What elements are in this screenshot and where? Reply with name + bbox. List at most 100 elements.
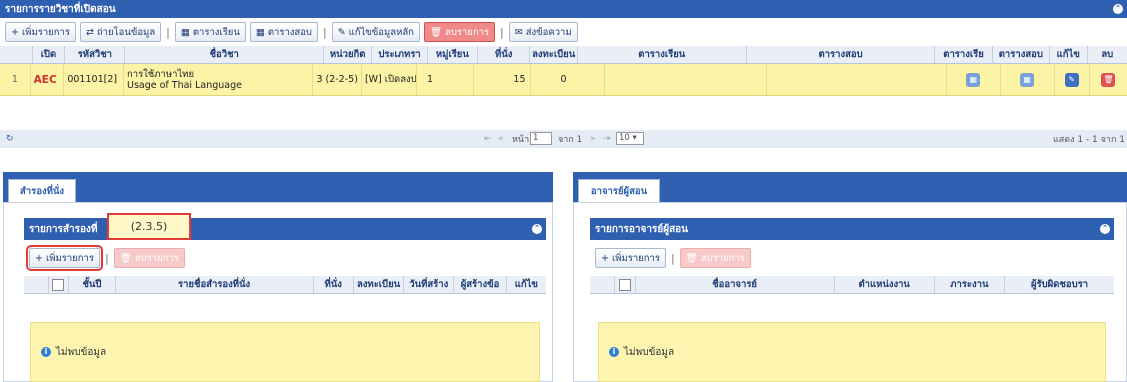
plus-icon: + xyxy=(601,252,609,264)
col-header: ผู้สร้างข้อ xyxy=(454,276,507,293)
course-name: การใช้ภาษาไทย Usage of Thai Language xyxy=(124,64,314,95)
col-header: ที่นั่ง xyxy=(478,46,531,63)
col-header: รหัสวิชา xyxy=(65,46,126,63)
col-header: ตารางเรีย xyxy=(935,46,993,63)
col-header: ตารางสอบ xyxy=(993,46,1050,63)
table-row[interactable]: 1 AEC 001101[2] การใช้ภาษาไทย Usage of T… xyxy=(0,64,1127,96)
col-header: แก้ไข xyxy=(1050,46,1088,63)
select-all-checkbox[interactable] xyxy=(52,278,65,291)
col-header: รายชื่อสำรองที่นั่ง xyxy=(116,276,314,293)
col-header: ลงทะเบียน xyxy=(530,46,578,63)
pager-bar: ↻ ⇤ « หน้า 1 จาก 1 » ⇥ 10 ▾ แสดง 1 - 1 จ… xyxy=(0,130,1127,148)
calendar-icon[interactable]: ▦ xyxy=(1020,72,1035,87)
exam-schedule-button[interactable]: ▦ ตารางสอบ xyxy=(249,22,318,42)
transfer-button[interactable]: ⇄ ถ่ายโอนข้อมูล xyxy=(79,22,162,42)
col-header: เปิด xyxy=(33,46,66,63)
top-toolbar: + เพิ่มรายการ ⇄ ถ่ายโอนข้อมูล | ▦ ตารางเรีย… xyxy=(0,20,1127,44)
calendar-icon: ▦ xyxy=(180,26,190,38)
trash-icon: 🗑 xyxy=(429,26,442,38)
plus-icon: + xyxy=(11,26,19,38)
col-header: วันที่สร้าง xyxy=(404,276,455,293)
pencil-icon: ✎ xyxy=(337,26,346,38)
class-schedule-cell xyxy=(605,64,767,95)
instructor-table-header: ชื่ออาจารย์ ตำแหน่งงาน ภาระงาน ผู้รับผิด… xyxy=(590,276,1114,294)
reserve-panel-title: รายการสำรองที่ xyxy=(29,223,98,235)
collapse-icon[interactable]: ⌃ xyxy=(532,224,542,234)
credit: 3 (2-2-5) xyxy=(313,64,362,95)
col-header: หมู่เรียน xyxy=(428,46,479,63)
top-panel-title: รายการรายวิชาที่เปิดสอน xyxy=(5,3,116,15)
pager-summary: แสดง 1 - 1 จาก 1 xyxy=(1052,135,1125,145)
prev-page-icon[interactable]: « xyxy=(498,134,504,144)
add-button[interactable]: + เพิ่มรายการ xyxy=(5,22,76,42)
aec-badge: AEC xyxy=(31,64,65,95)
course-table-header: เปิด รหัสวิชา ชื่อวิชา หน่วยกิต ประเภทรา… xyxy=(0,46,1127,64)
seats: 15 xyxy=(474,64,531,95)
plus-icon: + xyxy=(35,252,43,264)
reserve-table-header: ชั้นปี รายชื่อสำรองที่นั่ง ที่นั่ง ลงทะเ… xyxy=(24,276,546,294)
tab-instructors[interactable]: อาจารย์ผู้สอน xyxy=(578,179,660,202)
reserve-empty-message: i ไม่พบข้อมูล xyxy=(30,322,540,382)
col-header: ตารางเรียน xyxy=(578,46,747,63)
section: 1 xyxy=(417,64,475,95)
col-header xyxy=(24,276,49,293)
instructor-delete-button[interactable]: 🗑 ลบรายการ xyxy=(679,248,751,268)
select-all-checkbox[interactable] xyxy=(618,278,631,291)
course-name-th: การใช้ภาษาไทย xyxy=(126,68,195,80)
course-name-en: Usage of Thai Language xyxy=(126,79,242,91)
instructor-panel-header: รายการอาจารย์ผู้สอน ⌃ xyxy=(590,218,1114,240)
calendar-icon: ▦ xyxy=(255,26,265,38)
collapse-icon[interactable]: ⌃ xyxy=(1113,4,1123,14)
mail-icon: ✉ xyxy=(514,26,523,38)
col-header: ที่นั่ง xyxy=(314,276,354,293)
page-label: หน้า xyxy=(512,135,530,145)
class-schedule-button[interactable]: ▦ ตารางเรียน xyxy=(174,22,246,42)
exam-schedule-action: ▦ xyxy=(1001,64,1055,95)
col-header: ผู้รับผิดชอบรา xyxy=(1030,279,1089,290)
transfer-icon: ⇄ xyxy=(85,26,94,38)
info-icon: i xyxy=(41,347,51,357)
delete-action: 🗑 xyxy=(1090,64,1127,95)
page-input[interactable]: 1 xyxy=(530,132,552,145)
col-header: ชั้นปี xyxy=(69,276,116,293)
send-message-button[interactable]: ✉ ส่งข้อความ xyxy=(508,22,578,42)
page-size-select[interactable]: 10 ▾ xyxy=(616,132,644,145)
select-all-cell xyxy=(49,276,70,293)
col-header: ชื่อวิชา xyxy=(125,46,324,63)
last-page-icon[interactable]: ⇥ xyxy=(603,134,611,144)
course-type: [W] เปิดลงป xyxy=(362,64,417,95)
col-header: หน่วยกิต xyxy=(324,46,373,63)
next-page-icon[interactable]: » xyxy=(590,134,596,144)
col-header: ประเภทรา xyxy=(372,46,428,63)
tab-reserve-seats[interactable]: สำรองที่นั่ง xyxy=(8,179,76,202)
refresh-icon[interactable]: ↻ xyxy=(6,134,14,144)
toolbar-separator: | xyxy=(104,251,109,265)
reserve-delete-button[interactable]: 🗑 ลบรายการ xyxy=(113,248,185,268)
col-header: ชื่ออาจารย์ xyxy=(636,276,835,293)
col-header: ตารางสอบ xyxy=(747,46,936,63)
instructor-panel-title: รายการอาจารย์ผู้สอน xyxy=(595,223,689,235)
collapse-icon[interactable]: ⌃ xyxy=(1100,224,1110,234)
instructor-empty-message: i ไม่พบข้อมูล xyxy=(598,322,1106,382)
row-number: 1 xyxy=(0,64,31,95)
edit-main-button[interactable]: ✎ แก้ไขข้อมูลหลัก xyxy=(331,22,420,42)
class-schedule-action: ▦ xyxy=(947,64,1001,95)
first-page-icon[interactable]: ⇤ xyxy=(484,134,492,144)
col-header: ลงทะเบียน xyxy=(354,276,405,293)
pencil-icon[interactable]: ✎ xyxy=(1064,72,1079,87)
trash-icon: 🗑 xyxy=(685,252,698,264)
edit-action: ✎ xyxy=(1055,64,1090,95)
reserve-toolbar: + เพิ่มรายการ | 🗑 ลบรายการ xyxy=(24,244,546,272)
col-header: ภาระงาน xyxy=(935,276,1006,293)
toolbar-separator: | xyxy=(670,251,675,265)
page-of: จาก 1 xyxy=(558,135,583,145)
top-panel-header: รายการรายวิชาที่เปิดสอน ⌃ xyxy=(0,0,1127,18)
trash-icon[interactable]: 🗑 xyxy=(1101,72,1116,87)
delete-button[interactable]: 🗑 ลบรายการ xyxy=(423,22,496,42)
course-code: 001101[2] xyxy=(64,64,124,95)
col-header: แก้ไข xyxy=(514,279,538,290)
calendar-icon[interactable]: ▦ xyxy=(966,72,981,87)
reserve-add-button[interactable]: + เพิ่มรายการ xyxy=(26,245,103,271)
instructor-add-button[interactable]: + เพิ่มรายการ xyxy=(595,248,666,268)
toolbar-separator: | xyxy=(500,25,504,39)
